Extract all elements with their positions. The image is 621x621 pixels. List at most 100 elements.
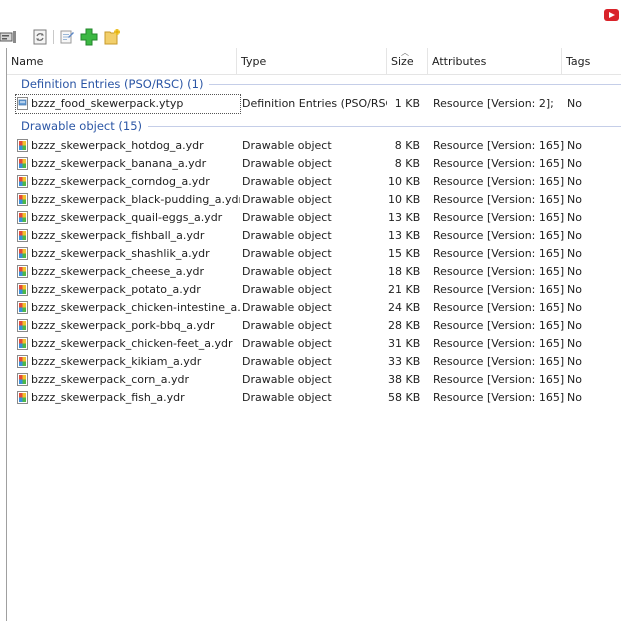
youtube-icon[interactable] [604, 9, 619, 21]
file-name: bzzz_food_skewerpack.ytyp [31, 97, 184, 110]
file-tags: No [567, 301, 582, 314]
file-name: bzzz_skewerpack_chicken-feet_a.ydr [31, 337, 233, 350]
file-name-cell: bzzz_skewerpack_black-pudding_a.ydr [16, 191, 240, 209]
file-size: 28 KB [388, 319, 420, 332]
file-name-cell: bzzz_skewerpack_fish_a.ydr [16, 389, 240, 407]
edit-file-icon[interactable] [58, 28, 76, 46]
file-attributes: Resource [Version: 165]; [433, 211, 565, 224]
file-name: bzzz_skewerpack_corndog_a.ydr [31, 175, 210, 188]
explorer-window: Name Type ︿ Size Attributes Tags Definit… [0, 0, 621, 621]
ydr-file-icon [17, 265, 28, 278]
file-tags: No [567, 355, 582, 368]
file-name-cell: bzzz_skewerpack_potato_a.ydr [16, 281, 240, 299]
ydr-file-icon [17, 175, 28, 188]
list-item[interactable]: bzzz_skewerpack_black-pudding_a.ydr Drawa… [7, 191, 621, 209]
list-item[interactable]: bzzz_skewerpack_chicken-feet_a.ydr Drawab… [7, 335, 621, 353]
file-attributes: Resource [Version: 2]; [433, 97, 554, 110]
file-size: 13 KB [388, 229, 420, 242]
file-attributes: Resource [Version: 165]; [433, 319, 565, 332]
file-name: bzzz_skewerpack_kikiam_a.ydr [31, 355, 202, 368]
list-item[interactable]: bzzz_skewerpack_fish_a.ydr Drawable objec… [7, 389, 621, 407]
file-size: 18 KB [388, 265, 420, 278]
file-tags: No [567, 229, 582, 242]
list-item[interactable]: bzzz_skewerpack_chicken-intestine_a.ydr D… [7, 299, 621, 317]
column-type[interactable]: Type [237, 48, 387, 74]
ydr-file-icon [17, 157, 28, 170]
add-icon[interactable] [80, 28, 98, 46]
file-name-cell: bzzz_skewerpack_cheese_a.ydr [16, 263, 240, 281]
file-attributes: Resource [Version: 165]; [433, 373, 565, 386]
list-item[interactable]: bzzz_skewerpack_corn_a.ydr Drawable objec… [7, 371, 621, 389]
list-item[interactable]: bzzz_food_skewerpack.ytyp Definition Ent… [7, 94, 621, 114]
file-name: bzzz_skewerpack_hotdog_a.ydr [31, 139, 204, 152]
ydr-file-icon [17, 373, 28, 386]
group-label: Drawable object (15) [21, 118, 149, 134]
file-tags: No [567, 373, 582, 386]
file-type: Drawable object [242, 337, 332, 350]
file-type: Definition Entries (PSO/RSC) [242, 97, 387, 110]
column-size[interactable]: ︿ Size [387, 48, 428, 74]
file-name: bzzz_skewerpack_potato_a.ydr [31, 283, 201, 296]
file-name-cell: bzzz_skewerpack_pork-bbq_a.ydr [16, 317, 240, 335]
list-item[interactable]: bzzz_skewerpack_fishball_a.ydr Drawable o… [7, 227, 621, 245]
file-name-cell: bzzz_skewerpack_corndog_a.ydr [16, 173, 240, 191]
file-type: Drawable object [242, 229, 332, 242]
file-tags: No [567, 157, 582, 170]
file-type: Drawable object [242, 247, 332, 260]
ydr-file-icon [17, 193, 28, 206]
column-tags[interactable]: Tags [562, 48, 621, 74]
file-tags: No [567, 97, 582, 110]
file-type: Drawable object [242, 139, 332, 152]
file-type: Drawable object [242, 391, 332, 404]
group-header-drawable[interactable]: Drawable object (15) [7, 118, 621, 134]
ydr-file-icon [17, 283, 28, 296]
file-tags: No [567, 139, 582, 152]
file-attributes: Resource [Version: 165]; [433, 157, 565, 170]
column-header: Name Type ︿ Size Attributes Tags [7, 48, 621, 75]
file-attributes: Resource [Version: 165]; [433, 355, 565, 368]
toolbar [0, 26, 621, 48]
file-type: Drawable object [242, 211, 332, 224]
column-name[interactable]: Name [7, 48, 237, 74]
file-tags: No [567, 337, 582, 350]
ydr-file-icon [17, 355, 28, 368]
file-size: 31 KB [388, 337, 420, 350]
list-item[interactable]: bzzz_skewerpack_kikiam_a.ydr Drawable obj… [7, 353, 621, 371]
top-strip [0, 0, 621, 26]
group-header-definition[interactable]: Definition Entries (PSO/RSC) (1) [7, 76, 621, 92]
file-name-cell: bzzz_food_skewerpack.ytyp [15, 94, 241, 114]
new-folder-icon[interactable] [103, 28, 121, 46]
list-item[interactable]: bzzz_skewerpack_shashlik_a.ydr Drawable o… [7, 245, 621, 263]
properties-icon[interactable] [0, 28, 18, 46]
list-item[interactable]: bzzz_skewerpack_pork-bbq_a.ydr Drawable o… [7, 317, 621, 335]
toolbar-separator [53, 30, 54, 44]
file-type: Drawable object [242, 301, 332, 314]
file-tags: No [567, 193, 582, 206]
list-item[interactable]: bzzz_skewerpack_cheese_a.ydr Drawable obj… [7, 263, 621, 281]
ydr-file-icon [17, 247, 28, 260]
file-name-cell: bzzz_skewerpack_fishball_a.ydr [16, 227, 240, 245]
file-name: bzzz_skewerpack_pork-bbq_a.ydr [31, 319, 215, 332]
column-attributes[interactable]: Attributes [428, 48, 562, 74]
file-type: Drawable object [242, 157, 332, 170]
file-tags: No [567, 175, 582, 188]
file-type: Drawable object [242, 193, 332, 206]
file-name-cell: bzzz_skewerpack_quail-eggs_a.ydr [16, 209, 240, 227]
list-item[interactable]: bzzz_skewerpack_quail-eggs_a.ydr Drawable… [7, 209, 621, 227]
ydr-file-icon [17, 391, 28, 404]
file-name-cell: bzzz_skewerpack_banana_a.ydr [16, 155, 240, 173]
file-attributes: Resource [Version: 165]; [433, 265, 565, 278]
list-item[interactable]: bzzz_skewerpack_hotdog_a.ydr Drawable obj… [7, 137, 621, 155]
file-list: Name Type ︿ Size Attributes Tags Definit… [6, 48, 621, 621]
file-size: 8 KB [394, 139, 420, 152]
sort-ascending-icon: ︿ [401, 48, 409, 57]
refresh-icon[interactable] [31, 28, 49, 46]
list-item[interactable]: bzzz_skewerpack_potato_a.ydr Drawable obj… [7, 281, 621, 299]
file-tags: No [567, 247, 582, 260]
file-type: Drawable object [242, 373, 332, 386]
file-tags: No [567, 283, 582, 296]
list-item[interactable]: bzzz_skewerpack_corndog_a.ydr Drawable ob… [7, 173, 621, 191]
file-attributes: Resource [Version: 165]; [433, 301, 565, 314]
ydr-file-icon [17, 319, 28, 332]
list-item[interactable]: bzzz_skewerpack_banana_a.ydr Drawable obj… [7, 155, 621, 173]
